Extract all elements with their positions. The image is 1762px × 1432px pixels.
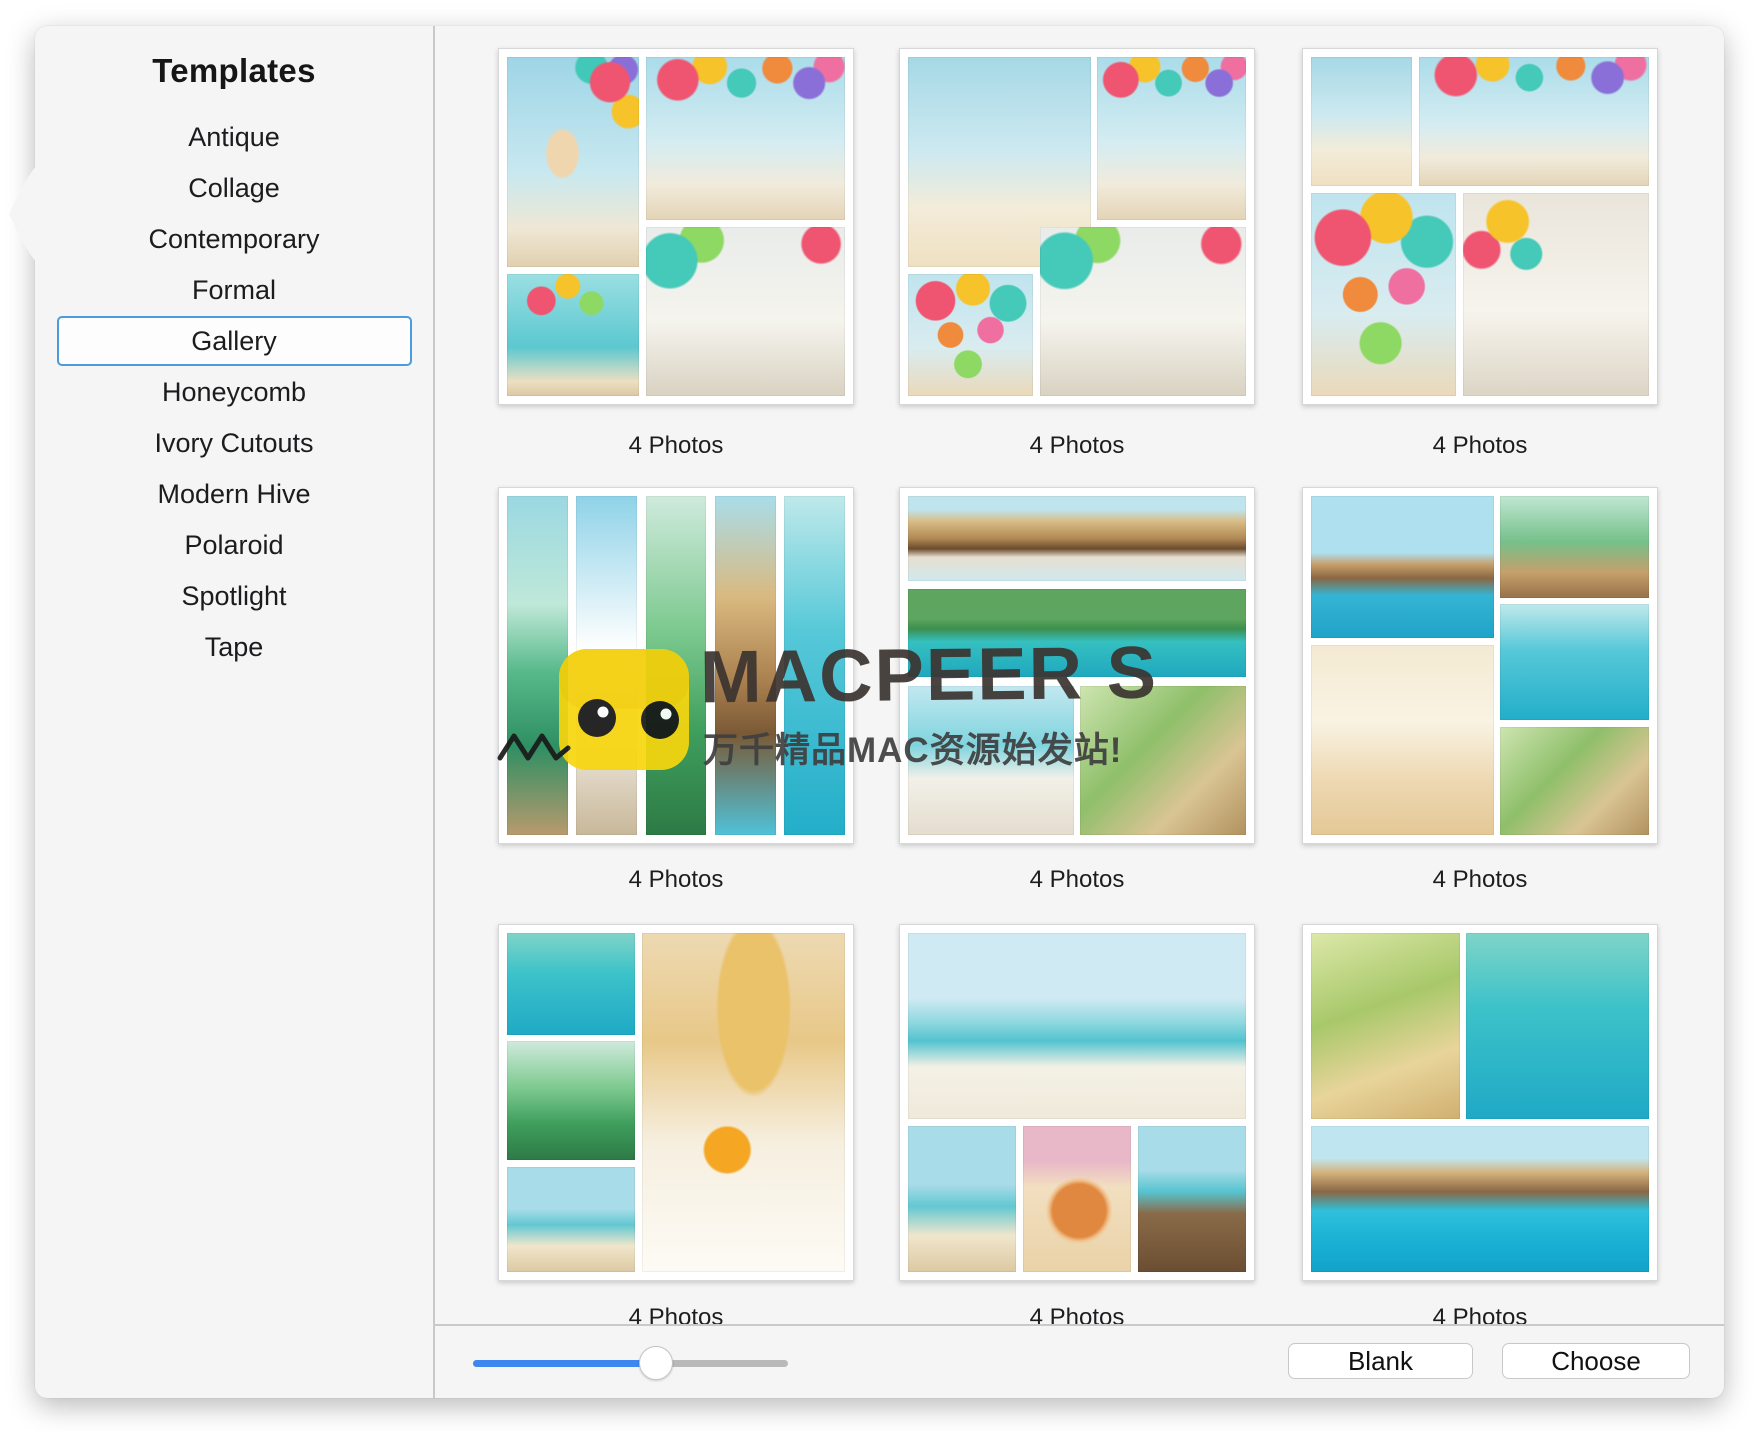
sidebar-item-ivory-cutouts[interactable]: Ivory Cutouts — [35, 418, 433, 469]
collage-cell — [507, 57, 639, 267]
collage-cell — [1080, 686, 1246, 835]
collage-cell — [908, 274, 1033, 396]
templates-sidebar: Templates Antique Collage Contemporary Form… — [35, 26, 433, 1398]
template-chooser-popover: Templates Antique Collage Contemporary Form… — [35, 26, 1724, 1398]
collage-cell — [507, 274, 639, 396]
tile-photo-count-label: 4 Photos — [498, 432, 854, 460]
sidebar-divider — [433, 26, 435, 1398]
template-tile-7[interactable] — [498, 924, 854, 1281]
collage-cell — [1040, 227, 1246, 397]
collage-cell — [646, 57, 845, 220]
sidebar-item-label: Spotlight — [181, 581, 286, 612]
collage-cell — [576, 496, 637, 835]
sidebar-item-label: Collage — [188, 173, 280, 204]
template-tile-3[interactable] — [1302, 48, 1658, 405]
tile-photo-count-label: 4 Photos — [899, 1304, 1255, 1332]
collage-cell — [908, 686, 1074, 835]
sidebar-title: Templates — [35, 52, 433, 90]
template-tile-8[interactable] — [899, 924, 1255, 1281]
collage-preview — [1311, 933, 1649, 1272]
collage-cell — [908, 1126, 1016, 1272]
collage-cell — [1500, 604, 1649, 719]
collage-cell — [646, 227, 845, 397]
collage-cell — [1500, 727, 1649, 835]
slider-thumb[interactable] — [639, 1346, 673, 1380]
collage-cell — [507, 1041, 635, 1160]
zoom-slider[interactable] — [473, 1346, 788, 1380]
collage-preview — [507, 57, 845, 396]
sidebar-item-label: Modern Hive — [157, 479, 310, 510]
collage-preview — [908, 57, 1246, 396]
sidebar-item-antique[interactable]: Antique — [35, 112, 433, 163]
sidebar-item-label: Polaroid — [184, 530, 283, 561]
sidebar-item-tape[interactable]: Tape — [35, 622, 433, 673]
collage-cell — [1311, 1126, 1649, 1272]
collage-cell — [908, 589, 1246, 677]
choose-button[interactable]: Choose — [1502, 1343, 1690, 1379]
template-tile-4[interactable] — [498, 487, 854, 844]
template-category-list: Antique Collage Contemporary Formal Gallery H… — [35, 112, 433, 673]
sidebar-item-polaroid[interactable]: Polaroid — [35, 520, 433, 571]
collage-cell — [507, 933, 635, 1035]
tile-photo-count-label: 4 Photos — [899, 432, 1255, 460]
collage-cell — [646, 496, 707, 835]
slider-fill — [473, 1360, 656, 1367]
sidebar-item-collage[interactable]: Collage — [35, 163, 433, 214]
template-tile-2[interactable] — [899, 48, 1255, 405]
collage-preview — [507, 933, 845, 1272]
sidebar-item-label: Antique — [188, 122, 280, 153]
tile-photo-count-label: 4 Photos — [1302, 432, 1658, 460]
sidebar-item-modern-hive[interactable]: Modern Hive — [35, 469, 433, 520]
collage-cell — [715, 496, 776, 835]
tile-photo-count-label: 4 Photos — [899, 866, 1255, 894]
collage-preview — [908, 496, 1246, 835]
sidebar-item-label: Contemporary — [148, 224, 319, 255]
collage-cell — [1311, 496, 1494, 638]
collage-cell — [1311, 193, 1456, 396]
collage-preview — [908, 933, 1246, 1272]
collage-cell — [908, 496, 1246, 581]
sidebar-item-label: Ivory Cutouts — [154, 428, 313, 459]
sidebar-item-label: Gallery — [191, 326, 277, 357]
collage-cell — [1463, 193, 1649, 396]
template-tile-9[interactable] — [1302, 924, 1658, 1281]
collage-cell — [1311, 933, 1460, 1119]
tile-photo-count-label: 4 Photos — [498, 1304, 854, 1332]
sidebar-item-formal[interactable]: Formal — [35, 265, 433, 316]
sidebar-item-honeycomb[interactable]: Honeycomb — [35, 367, 433, 418]
collage-cell — [784, 496, 845, 835]
template-tile-5[interactable] — [899, 487, 1255, 844]
sidebar-item-label: Tape — [205, 632, 264, 663]
collage-preview — [1311, 496, 1649, 835]
sidebar-item-label: Formal — [192, 275, 276, 306]
template-tile-6[interactable] — [1302, 487, 1658, 844]
collage-cell — [1138, 1126, 1246, 1272]
blank-button[interactable]: Blank — [1288, 1343, 1473, 1379]
collage-cell — [1023, 1126, 1131, 1272]
sidebar-item-label: Honeycomb — [162, 377, 306, 408]
collage-preview — [507, 496, 845, 835]
tile-photo-count-label: 4 Photos — [1302, 866, 1658, 894]
sidebar-item-gallery[interactable]: Gallery — [35, 316, 433, 367]
collage-cell — [642, 933, 845, 1272]
footer-divider — [435, 1324, 1724, 1326]
collage-cell — [1311, 57, 1412, 186]
collage-cell — [1097, 57, 1246, 220]
popover-arrow — [8, 166, 36, 262]
tile-photo-count-label: 4 Photos — [498, 866, 854, 894]
collage-cell — [908, 933, 1246, 1119]
sidebar-item-spotlight[interactable]: Spotlight — [35, 571, 433, 622]
collage-cell — [1419, 57, 1649, 186]
collage-preview — [1311, 57, 1649, 396]
tile-photo-count-label: 4 Photos — [1302, 1304, 1658, 1332]
template-tile-1[interactable] — [498, 48, 854, 405]
collage-cell — [1500, 496, 1649, 598]
collage-cell — [507, 496, 568, 835]
collage-cell — [1466, 933, 1649, 1119]
sidebar-item-contemporary[interactable]: Contemporary — [35, 214, 433, 265]
collage-cell — [507, 1167, 635, 1272]
collage-cell — [1311, 645, 1494, 835]
